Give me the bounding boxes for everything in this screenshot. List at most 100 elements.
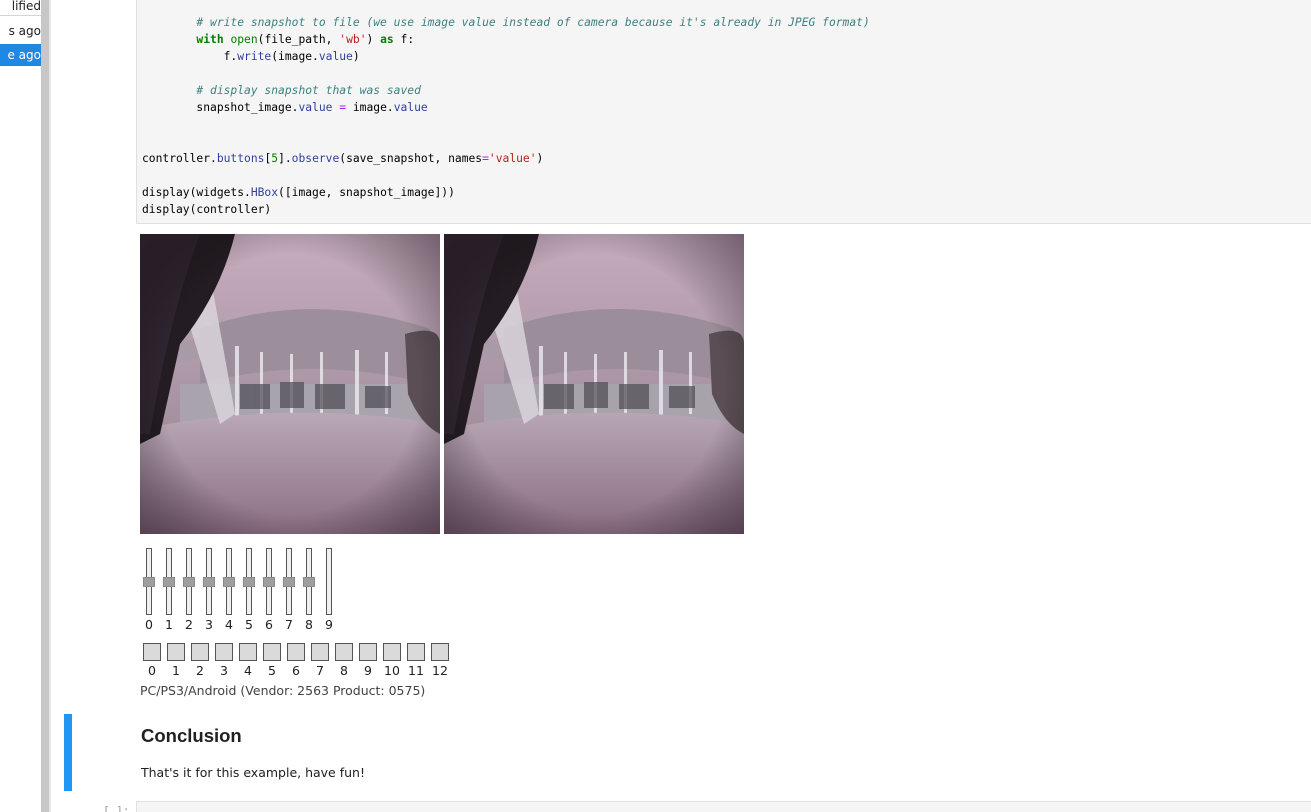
axis-thumb[interactable] (203, 577, 215, 587)
axis-slider-4[interactable]: 4 (223, 548, 237, 632)
file-browser-panel: lified s ago e ago (0, 0, 41, 812)
axis-slider-8[interactable]: 8 (303, 548, 317, 632)
code-token: (image. (271, 50, 319, 63)
code-token: ) (366, 33, 381, 46)
button-state-box[interactable] (215, 643, 233, 661)
code-token: ([image, snapshot_image])) (278, 186, 455, 199)
code-token-prop: observe (291, 152, 340, 165)
axis-slider-7[interactable]: 7 (283, 548, 297, 632)
axis-thumb[interactable] (303, 577, 315, 587)
button-label: 3 (220, 663, 228, 678)
axis-label: 3 (205, 617, 213, 632)
code-token-comment: # write snapshot to file (we use image v… (196, 16, 870, 29)
button-state-box[interactable] (167, 643, 185, 661)
code-token: (save_snapshot, names (339, 152, 483, 165)
column-header-label: lified (11, 0, 41, 13)
axis-slider-0[interactable]: 0 (143, 548, 157, 632)
axis-label: 7 (285, 617, 293, 632)
button-label: 9 (364, 663, 372, 678)
code-token-prop: write (237, 50, 272, 63)
button-state-box[interactable] (311, 643, 329, 661)
axis-slider-3[interactable]: 3 (203, 548, 217, 632)
axis-slider-5[interactable]: 5 (243, 548, 257, 632)
button-state-box[interactable] (143, 643, 161, 661)
code-token-builtin: open (230, 33, 258, 46)
axis-label: 0 (145, 617, 153, 632)
controller-button-10[interactable]: 10 (383, 643, 403, 679)
code-token-comment: # display snapshot that was saved (196, 84, 421, 97)
controller-button-4[interactable]: 4 (239, 643, 259, 679)
controller-button-6[interactable]: 6 (287, 643, 307, 679)
code-token: image. (346, 101, 394, 114)
code-token: display(widgets. (142, 186, 251, 199)
controller-button-5[interactable]: 5 (263, 643, 283, 679)
axis-thumb[interactable] (263, 577, 275, 587)
axis-slider-9[interactable]: 9 (323, 548, 337, 632)
file-browser-row-selected[interactable]: e ago (0, 44, 41, 66)
snapshot-image-widget (444, 234, 744, 534)
code-cell-editor[interactable]: # write snapshot to file (we use image v… (136, 0, 1311, 224)
code-token: f. (142, 50, 238, 63)
controller-button-8[interactable]: 8 (335, 643, 355, 679)
button-state-box[interactable] (191, 643, 209, 661)
notebook-panel: # write snapshot to file (we use image v… (51, 0, 1311, 812)
axis-label: 4 (225, 617, 233, 632)
cell-input-prompt: [ ]: (103, 804, 130, 812)
axis-thumb[interactable] (243, 577, 255, 587)
controller-button-0[interactable]: 0 (143, 643, 163, 679)
axis-slider-6[interactable]: 6 (263, 548, 277, 632)
button-label: 2 (196, 663, 204, 678)
button-state-box[interactable] (287, 643, 305, 661)
code-token: snapshot_image. (142, 101, 299, 114)
axis-label: 8 (305, 617, 313, 632)
active-cell-marker[interactable] (64, 714, 72, 791)
axis-label: 1 (165, 617, 173, 632)
button-label: 0 (148, 663, 156, 678)
jupyterlab-window: lified s ago e ago # write snapshot to f… (0, 0, 1311, 812)
code-token: display(controller) (142, 203, 272, 216)
axis-label: 5 (245, 617, 253, 632)
markdown-paragraph: That's it for this example, have fun! (141, 765, 365, 780)
controller-button-2[interactable]: 2 (191, 643, 211, 679)
controller-name-label: PC/PS3/Android (Vendor: 2563 Product: 05… (140, 683, 426, 698)
button-state-box[interactable] (239, 643, 257, 661)
axis-thumb[interactable] (143, 577, 155, 587)
code-token-prop: HBox (250, 186, 279, 199)
controller-button-7[interactable]: 7 (311, 643, 331, 679)
axis-track[interactable] (326, 548, 332, 615)
code-token: f: (393, 33, 415, 46)
file-modified-time: e ago (7, 48, 41, 62)
controller-button-12[interactable]: 12 (431, 643, 451, 679)
controller-button-3[interactable]: 3 (215, 643, 235, 679)
axis-thumb[interactable] (283, 577, 295, 587)
button-state-box[interactable] (383, 643, 401, 661)
axis-slider-1[interactable]: 1 (163, 548, 177, 632)
axis-thumb[interactable] (163, 577, 175, 587)
button-label: 8 (340, 663, 348, 678)
axis-slider-2[interactable]: 2 (183, 548, 197, 632)
code-token-string: 'wb' (339, 33, 367, 46)
code-text[interactable]: # write snapshot to file (we use image v… (142, 14, 870, 218)
button-state-box[interactable] (263, 643, 281, 661)
axis-thumb[interactable] (183, 577, 195, 587)
code-token: ) (536, 152, 544, 165)
button-state-box[interactable] (407, 643, 425, 661)
button-state-box[interactable] (335, 643, 353, 661)
file-browser-column-header-last-modified[interactable]: lified (0, 0, 41, 16)
controller-button-9[interactable]: 9 (359, 643, 379, 679)
axis-thumb[interactable] (223, 577, 235, 587)
code-token-prop: value (298, 101, 333, 114)
next-code-cell-editor[interactable] (136, 801, 1311, 812)
code-token: (file_path, (257, 33, 340, 46)
file-browser-row[interactable]: s ago (0, 20, 41, 42)
controller-button-1[interactable]: 1 (167, 643, 187, 679)
button-state-box[interactable] (359, 643, 377, 661)
button-state-box[interactable] (431, 643, 449, 661)
code-token-op: = (482, 152, 489, 165)
camera-feed-image (140, 234, 440, 534)
controller-button-11[interactable]: 11 (407, 643, 427, 679)
code-token-keyword: as (380, 33, 394, 46)
